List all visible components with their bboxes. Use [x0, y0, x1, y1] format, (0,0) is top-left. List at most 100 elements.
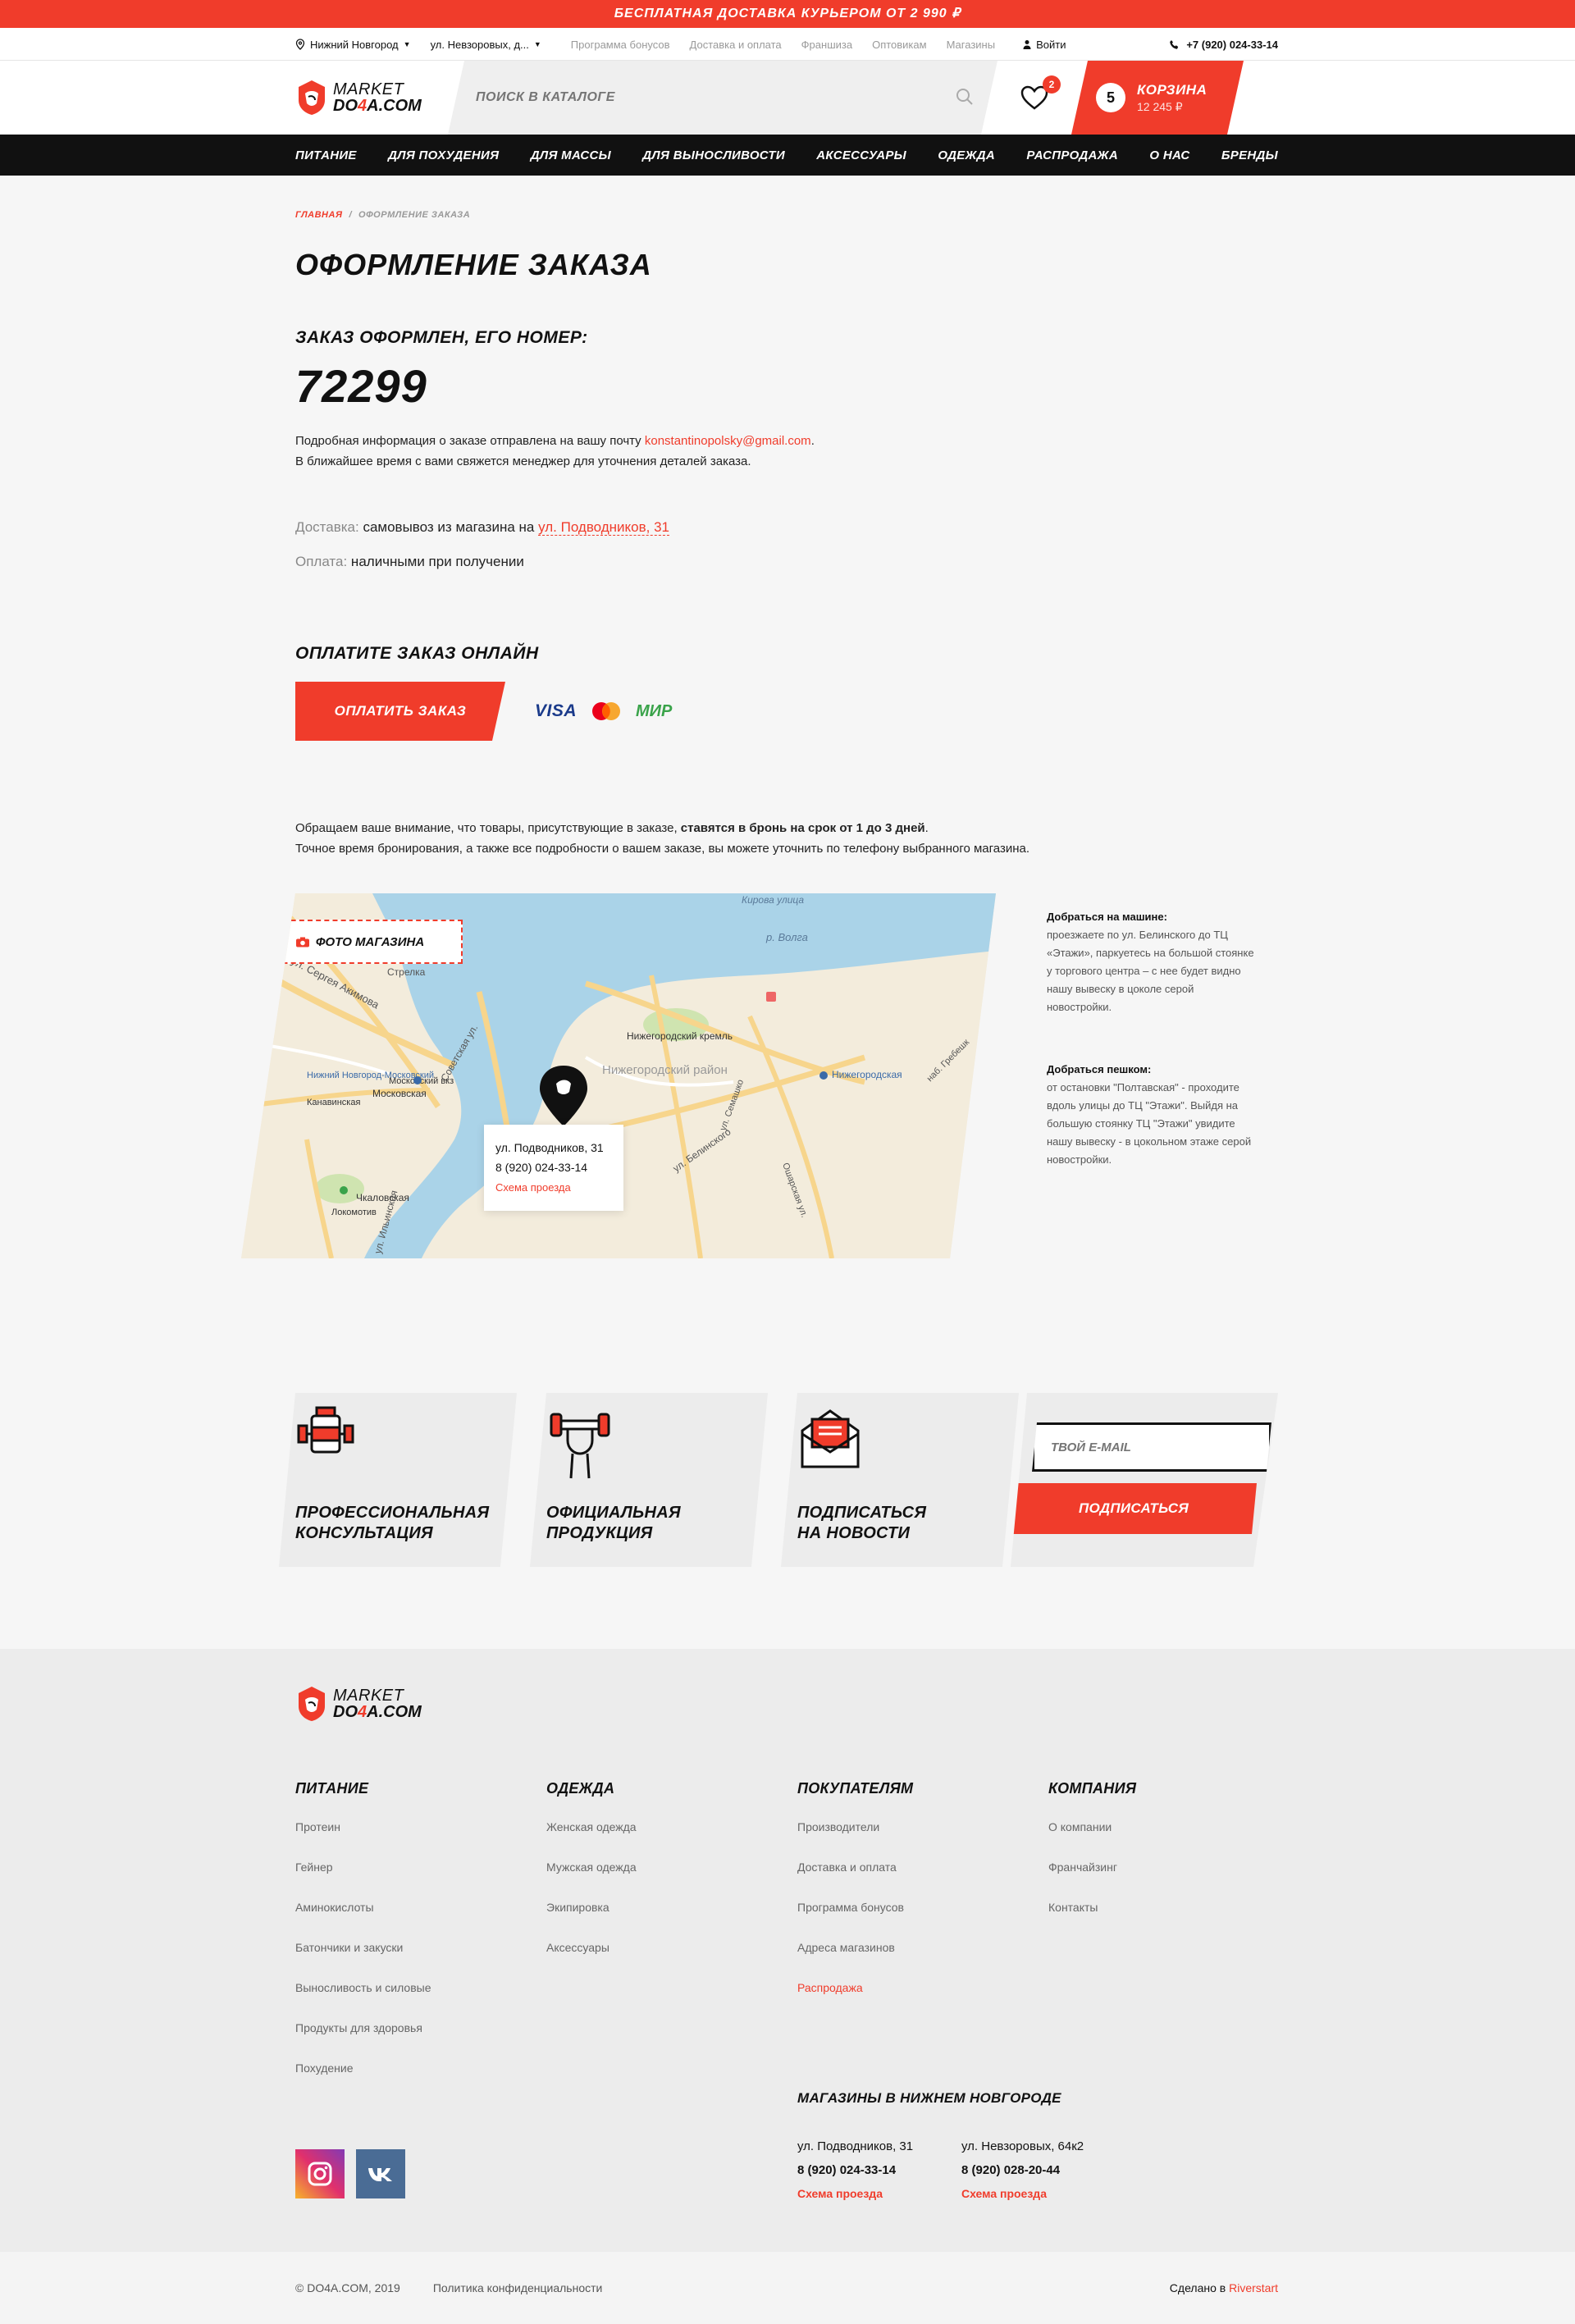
footer-link[interactable]: Батончики и закуски: [295, 1941, 525, 1981]
logo[interactable]: MARKET DO4A.COM: [295, 79, 464, 116]
footer-link[interactable]: Производители: [797, 1820, 1027, 1861]
svg-text:Канавинская: Канавинская: [307, 1098, 360, 1107]
order-info: Подробная информация о заказе отправлена…: [295, 434, 815, 468]
footer-store-phone[interactable]: 8 (920) 024-33-14: [797, 2158, 961, 2182]
cart-button[interactable]: 5 КОРЗИНА 12 245 ₽: [1071, 61, 1244, 135]
delivery-value: самовывоз из магазина на: [358, 519, 539, 535]
feature-newsletter-text: ПОДПИСАТЬСЯ НА НОВОСТИ: [797, 1504, 927, 1542]
directions-car-title: Добраться на машине:: [1047, 911, 1167, 923]
riverstart-link[interactable]: Riverstart: [1229, 2281, 1278, 2294]
cart-label: КОРЗИНА: [1137, 81, 1208, 98]
pay-order-button[interactable]: ОПЛАТИТЬ ЗАКАЗ: [295, 682, 505, 741]
search-input[interactable]: [474, 85, 934, 110]
store-photo-label: ФОТО МАГАЗИНА: [315, 934, 425, 949]
nav-item-sale[interactable]: РАСПРОДАЖА: [1026, 148, 1118, 162]
login-link[interactable]: Войти: [1023, 39, 1066, 51]
city-selector[interactable]: Нижний Новгород ▼: [295, 39, 411, 51]
breadcrumb-current: ОФОРМЛЕНИЕ ЗАКАЗА: [358, 210, 471, 220]
footer-link[interactable]: Адреса магазинов: [797, 1941, 1027, 1981]
visa-logo-icon: VISA: [535, 701, 578, 720]
subscribe-button[interactable]: ПОДПИСАТЬСЯ: [1011, 1483, 1257, 1534]
footer-store-route-link[interactable]: Схема проезда: [961, 2187, 1047, 2200]
location-pin-icon: [295, 39, 305, 50]
util-link-franchise[interactable]: Франшиза: [801, 39, 852, 51]
footer-link[interactable]: Выносливость и силовые: [295, 1981, 525, 2021]
footer-link[interactable]: Мужская одежда: [546, 1861, 776, 1901]
delivery-address-link[interactable]: ул. Подводников, 31: [538, 519, 670, 536]
nav-item-clothing[interactable]: ОДЕЖДА: [938, 148, 995, 162]
made-by: Сделано в Riverstart: [1169, 2281, 1278, 2294]
favorites-count-badge: 2: [1043, 75, 1061, 94]
footer-link[interactable]: Протеин: [295, 1820, 525, 1861]
vk-icon: [368, 2168, 392, 2181]
logo-line2: DO4A.COM: [333, 97, 422, 115]
breadcrumb: ГЛАВНАЯ / ОФОРМЛЕНИЕ ЗАКАЗА: [295, 176, 1278, 220]
svg-text:Московская: Московская: [372, 1088, 427, 1099]
payment-value: наличными при получении: [347, 554, 524, 569]
breadcrumb-separator: /: [349, 210, 353, 220]
footer-link[interactable]: Франчайзинг: [1048, 1861, 1278, 1901]
logo-line1: MARKET: [333, 80, 404, 98]
store-map-block: Кирова улица р. Волга Стрелка ул. Сергея…: [295, 893, 1278, 1258]
search-box: [448, 61, 998, 135]
store-map[interactable]: Кирова улица р. Волга Стрелка ул. Сергея…: [241, 893, 996, 1258]
nav-item-brands[interactable]: БРЕНДЫ: [1221, 148, 1278, 162]
search-icon[interactable]: [955, 87, 975, 107]
footer-col-title: КОМПАНИЯ: [1048, 1780, 1137, 1797]
favorites-button[interactable]: 2: [998, 61, 1071, 135]
footer-link[interactable]: Аксессуары: [546, 1941, 776, 1981]
footer-link[interactable]: Программа бонусов: [797, 1901, 1027, 1941]
util-link-wholesale[interactable]: Оптовикам: [872, 39, 927, 51]
instagram-button[interactable]: [295, 2149, 345, 2198]
header-phone[interactable]: +7 (920) 024-33-14: [1169, 39, 1278, 51]
reservation-term: ставятся в бронь на срок от 1 до 3 дней: [680, 821, 925, 835]
breadcrumb-home[interactable]: ГЛАВНАЯ: [295, 210, 342, 220]
main-nav: ПИТАНИЕ ДЛЯ ПОХУДЕНИЯ ДЛЯ МАССЫ ДЛЯ ВЫНО…: [0, 135, 1575, 176]
login-label: Войти: [1036, 38, 1066, 51]
footer-logo[interactable]: MARKET DO4A.COM: [295, 1685, 464, 1723]
footer-col-customers: ПОКУПАТЕЛЯМ Производители Доставка и опл…: [797, 1780, 1027, 2021]
util-link-delivery[interactable]: Доставка и оплата: [690, 39, 782, 51]
footer-store-route-link[interactable]: Схема проезда: [797, 2187, 883, 2200]
footer-link[interactable]: Гейнер: [295, 1861, 525, 1901]
nav-item-endurance[interactable]: ДЛЯ ВЫНОСЛИВОСТИ: [642, 148, 785, 162]
store-address-selector[interactable]: ул. Невзоровых, д... ▼: [431, 39, 541, 51]
footer-link[interactable]: Женская одежда: [546, 1820, 776, 1861]
footer-link[interactable]: О компании: [1048, 1820, 1278, 1861]
footer-link[interactable]: Похудение: [295, 2061, 525, 2102]
footer-link[interactable]: Доставка и оплата: [797, 1861, 1027, 1901]
footer-store-phone[interactable]: 8 (920) 028-20-44: [961, 2158, 1125, 2182]
footer-logo-line2: DO4A.COM: [333, 1703, 422, 1721]
footer-col-nutrition: ПИТАНИЕ Протеин Гейнер Аминокислоты Бато…: [295, 1780, 525, 2102]
footer-link[interactable]: Контакты: [1048, 1901, 1278, 1941]
footer-logo-line1: MARKET: [333, 1687, 404, 1705]
nav-item-mass[interactable]: ДЛЯ МАССЫ: [531, 148, 611, 162]
footer-link[interactable]: Продукты для здоровья: [295, 2021, 525, 2061]
footer-link-sale[interactable]: Распродажа: [797, 1981, 1027, 2021]
footer-stores: МАГАЗИНЫ В НИЖНЕМ НОВГОРОДЕ ул. Подводни…: [797, 2090, 1273, 2200]
map-card-route-link[interactable]: Схема проезда: [495, 1181, 571, 1194]
feature-official: ОФИЦИАЛЬНАЯ ПРОДУКЦИЯ: [530, 1393, 768, 1567]
order-email-link[interactable]: konstantinopolsky@gmail.com: [645, 434, 811, 448]
privacy-policy-link[interactable]: Политика конфиденциальности: [433, 2281, 603, 2294]
util-link-stores[interactable]: Магазины: [947, 39, 996, 51]
city-label: Нижний Новгород: [310, 38, 399, 51]
directions-walk-text: от остановки "Полтавская" - проходите вд…: [1047, 1081, 1252, 1166]
user-icon: [1023, 39, 1031, 49]
subscribe-box: ПОДПИСАТЬСЯ: [1011, 1393, 1278, 1567]
footer-link[interactable]: Аминокислоты: [295, 1901, 525, 1941]
vk-button[interactable]: [356, 2149, 405, 2198]
subscribe-email-input[interactable]: [1032, 1422, 1271, 1472]
store-address-label: ул. Невзоровых, д...: [430, 38, 529, 51]
svg-text:Чкаловская: Чкаловская: [356, 1192, 409, 1203]
util-link-bonus[interactable]: Программа бонусов: [571, 39, 670, 51]
chevron-down-icon: ▼: [403, 40, 411, 48]
nav-item-nutrition[interactable]: ПИТАНИЕ: [295, 148, 357, 162]
social-links: [295, 2149, 405, 2198]
footer-link[interactable]: Экипировка: [546, 1901, 776, 1941]
nav-item-weight-loss[interactable]: ДЛЯ ПОХУДЕНИЯ: [388, 148, 499, 162]
nav-item-about[interactable]: О НАС: [1149, 148, 1189, 162]
nav-item-accessories[interactable]: АКСЕССУАРЫ: [816, 148, 906, 162]
delivery-line: Доставка: самовывоз из магазина на ул. П…: [295, 519, 1278, 536]
store-photo-button[interactable]: ФОТО МАГАЗИНА: [258, 920, 463, 964]
